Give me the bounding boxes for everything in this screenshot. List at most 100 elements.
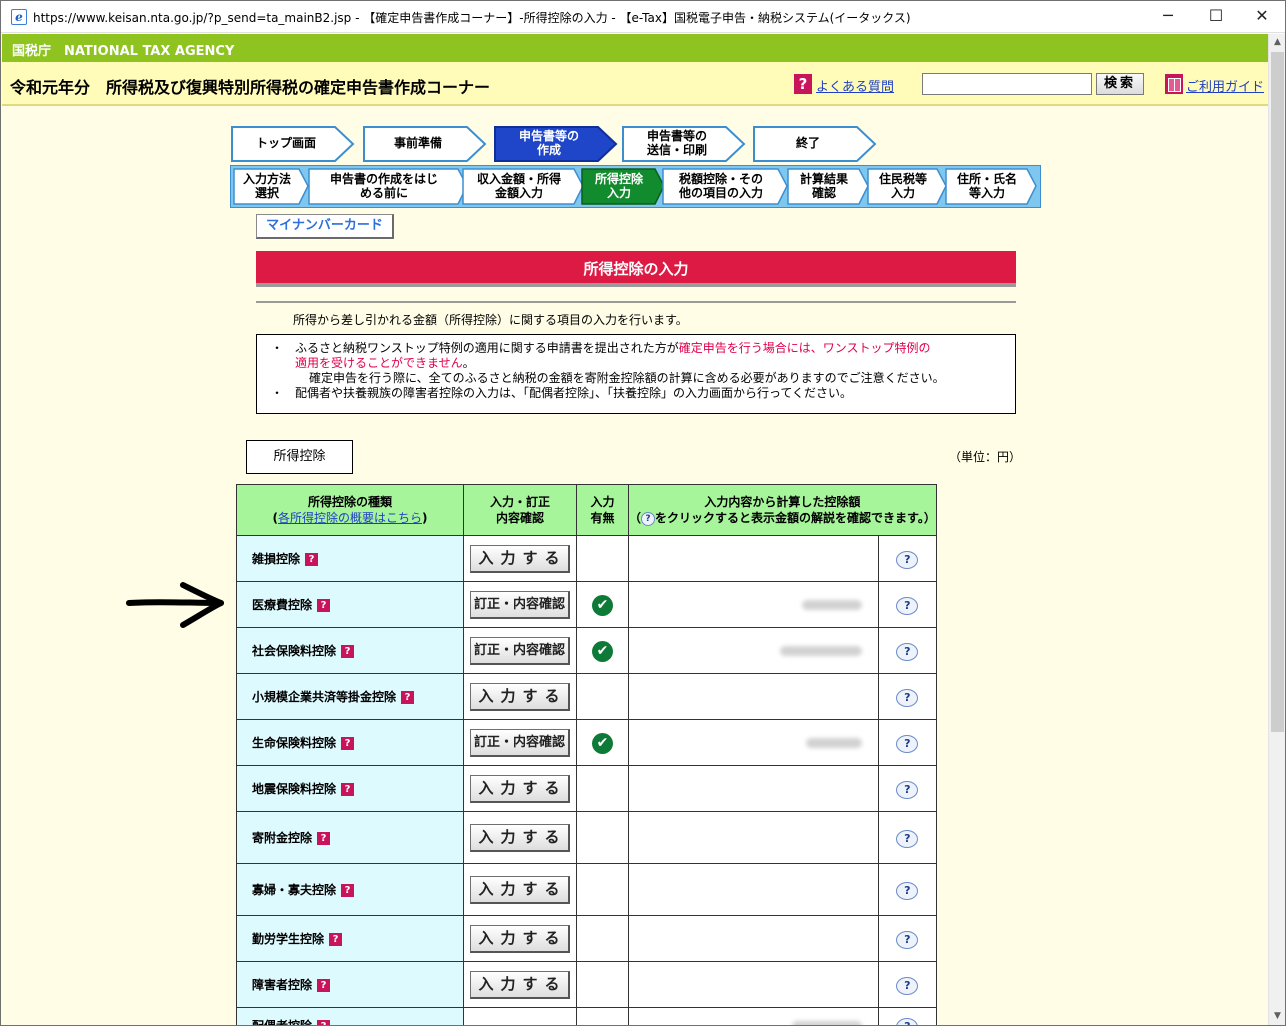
help-icon: ? xyxy=(641,512,656,526)
substep-resident-tax[interactable]: 住民税等 入力 xyxy=(867,168,947,205)
deduction-name: 地震保険料控除 xyxy=(252,782,337,796)
substep-label: 税額控除・その 他の項目の入力 xyxy=(678,171,763,200)
help-cell: ? xyxy=(877,765,937,812)
amount-cell xyxy=(628,673,879,720)
input-button[interactable]: 入力する xyxy=(470,544,570,573)
question-mark-icon[interactable]: ? xyxy=(341,645,355,658)
action-cell: 入力する xyxy=(463,535,577,582)
substep-deductions-active[interactable]: 所得控除 入力 xyxy=(581,168,665,205)
scroll-down-arrow-icon[interactable]: ▼ xyxy=(1269,1008,1285,1025)
step-label: 終了 xyxy=(795,136,820,151)
question-mark-icon[interactable]: ? xyxy=(341,737,355,750)
amount-help-icon[interactable]: ? xyxy=(896,931,919,949)
bullet: ・ xyxy=(271,386,284,400)
input-button[interactable]: 入力する xyxy=(470,924,570,953)
amount-cell xyxy=(628,719,879,766)
divider xyxy=(256,301,1016,303)
question-mark-icon[interactable]: ? xyxy=(317,832,331,845)
deduction-name-cell: 医療費控除? xyxy=(236,581,464,628)
substep-address-name[interactable]: 住所・氏名 等入力 xyxy=(945,168,1037,205)
table-row: 勤労学生控除? 入力する? xyxy=(236,915,937,962)
edit-confirm-button[interactable]: 訂正・内容確認 xyxy=(470,590,570,619)
amount-help-icon[interactable]: ? xyxy=(896,1018,919,1025)
edit-confirm-button[interactable]: 訂正・内容確認 xyxy=(470,636,570,665)
title-bar: e https://www.keisan.nta.go.jp/?p_send=t… xyxy=(1,1,1285,33)
amount-cell xyxy=(628,535,879,582)
notice-text: 配偶者や扶養親族の障害者控除の入力は、「配偶者控除」、「扶養控除」の入力画面から… xyxy=(295,386,853,400)
notice-item: ・ 配偶者や扶養親族の障害者控除の入力は、「配偶者控除」、「扶養控除」の入力画面… xyxy=(271,386,1005,401)
substep-label: 入力方法 選択 xyxy=(242,171,291,200)
table-row: 生命保険料控除? 訂正・内容確認 ✔? xyxy=(236,719,937,766)
header-type: 所得控除の種類 (各所得控除の概要はこちら) xyxy=(236,484,464,536)
amount-help-icon[interactable]: ? xyxy=(896,830,919,848)
step-preparation[interactable]: 事前準備 xyxy=(363,126,487,162)
edit-confirm-button[interactable]: 訂正・内容確認 xyxy=(470,728,570,757)
scrollbar-thumb[interactable] xyxy=(1271,52,1284,732)
question-mark-icon[interactable]: ? xyxy=(329,933,343,946)
amount-help-icon[interactable]: ? xyxy=(896,643,919,661)
header-type-label: 所得控除の種類 xyxy=(307,495,392,509)
step-send-print[interactable]: 申告書等の 送信・印刷 xyxy=(622,126,746,162)
search-input[interactable] xyxy=(922,73,1092,95)
scroll-up-arrow-icon[interactable]: ▲ xyxy=(1269,34,1285,51)
question-mark-icon[interactable]: ? xyxy=(401,691,415,704)
notice-item: 適用を受けることができません。 xyxy=(271,356,1005,371)
maximize-button[interactable]: ☐ xyxy=(1193,1,1239,33)
substep-tax-credits[interactable]: 税額控除・その 他の項目の入力 xyxy=(662,168,788,205)
amount-help-icon[interactable]: ? xyxy=(896,597,919,615)
question-mark-icon[interactable]: ? xyxy=(317,979,331,992)
agency-label: 国税庁 NATIONAL TAX AGENCY xyxy=(12,44,235,59)
page-title: 所得控除の入力 xyxy=(256,251,1016,287)
deduction-name-cell: 寡婦・寡夫控除? xyxy=(236,863,464,916)
amount-help-icon[interactable]: ? xyxy=(896,781,919,799)
entered-cell xyxy=(576,765,629,812)
amount-help-icon[interactable]: ? xyxy=(896,882,919,900)
entered-cell xyxy=(576,863,629,916)
section-tab: 所得控除 xyxy=(246,440,353,474)
step-finish[interactable]: 終了 xyxy=(753,126,877,162)
amount-help-icon[interactable]: ? xyxy=(896,735,919,753)
table-row: 社会保険料控除? 訂正・内容確認 ✔? xyxy=(236,627,937,674)
amount-help-icon[interactable]: ? xyxy=(896,689,919,707)
minimize-button[interactable]: ─ xyxy=(1145,1,1191,33)
question-mark-icon[interactable]: ? xyxy=(317,599,331,612)
substep-calc-result[interactable]: 計算結果 確認 xyxy=(787,168,869,205)
step-create-return-active[interactable]: 申告書等の 作成 xyxy=(494,126,618,162)
deduction-name-cell: 地震保険料控除? xyxy=(236,765,464,812)
question-mark-icon[interactable]: ? xyxy=(305,553,319,566)
substep-before-start[interactable]: 申告書の作成をはじ める前に xyxy=(308,168,468,205)
amount-cell xyxy=(628,765,879,812)
deduction-name-cell: 配偶者控除? xyxy=(236,1007,464,1026)
faq-link[interactable]: よくある質問 xyxy=(816,76,894,95)
header-amount: 入力内容から計算した控除額 （? をクリックすると表示金額の解説を確認できます。） xyxy=(628,484,937,536)
overview-link[interactable]: 各所得控除の概要はこちら xyxy=(278,511,422,525)
input-button[interactable]: 入力する xyxy=(470,682,570,711)
amount-help-icon[interactable]: ? xyxy=(896,551,919,569)
input-button[interactable]: 入力する xyxy=(470,970,570,999)
question-mark-icon[interactable]: ? xyxy=(317,1020,331,1025)
deduction-name: 配偶者控除 xyxy=(252,1019,313,1026)
blurred-amount xyxy=(791,1021,862,1025)
question-mark-icon[interactable]: ? xyxy=(341,884,355,897)
faq-icon[interactable]: ? xyxy=(794,74,812,94)
amount-cell xyxy=(628,863,879,916)
search-button[interactable]: 検索 xyxy=(1096,73,1144,95)
vertical-scrollbar[interactable]: ▲ ▼ xyxy=(1268,34,1285,1025)
input-button[interactable]: 入力する xyxy=(470,774,570,803)
deduction-name: 生命保険料控除 xyxy=(252,736,337,750)
step-top[interactable]: トップ画面 xyxy=(231,126,355,162)
question-mark-icon[interactable]: ? xyxy=(341,783,355,796)
close-button[interactable]: ✕ xyxy=(1239,1,1285,33)
notice-warning: 確定申告を行う場合には、ワンストップ特例の xyxy=(678,341,931,355)
guide-link[interactable]: ご利用ガイド xyxy=(1186,76,1264,95)
deduction-name: 社会保険料控除 xyxy=(252,644,337,658)
substep-input-method[interactable]: 入力方法 選択 xyxy=(233,168,309,205)
mynumber-card-tab[interactable]: マイナンバーカード xyxy=(256,214,394,239)
input-button[interactable]: 入力する xyxy=(470,875,570,904)
deduction-name: 医療費控除 xyxy=(252,598,313,612)
notice-box: ・ ふるさと納税ワンストップ特例の適用に関する申請書を提出された方が確定申告を行… xyxy=(256,334,1016,414)
input-button[interactable]: 入力する xyxy=(470,823,570,852)
amount-help-icon[interactable]: ? xyxy=(896,977,919,995)
substep-income[interactable]: 収入金額・所得 金額入力 xyxy=(462,168,584,205)
guide-book-icon[interactable] xyxy=(1165,74,1183,94)
